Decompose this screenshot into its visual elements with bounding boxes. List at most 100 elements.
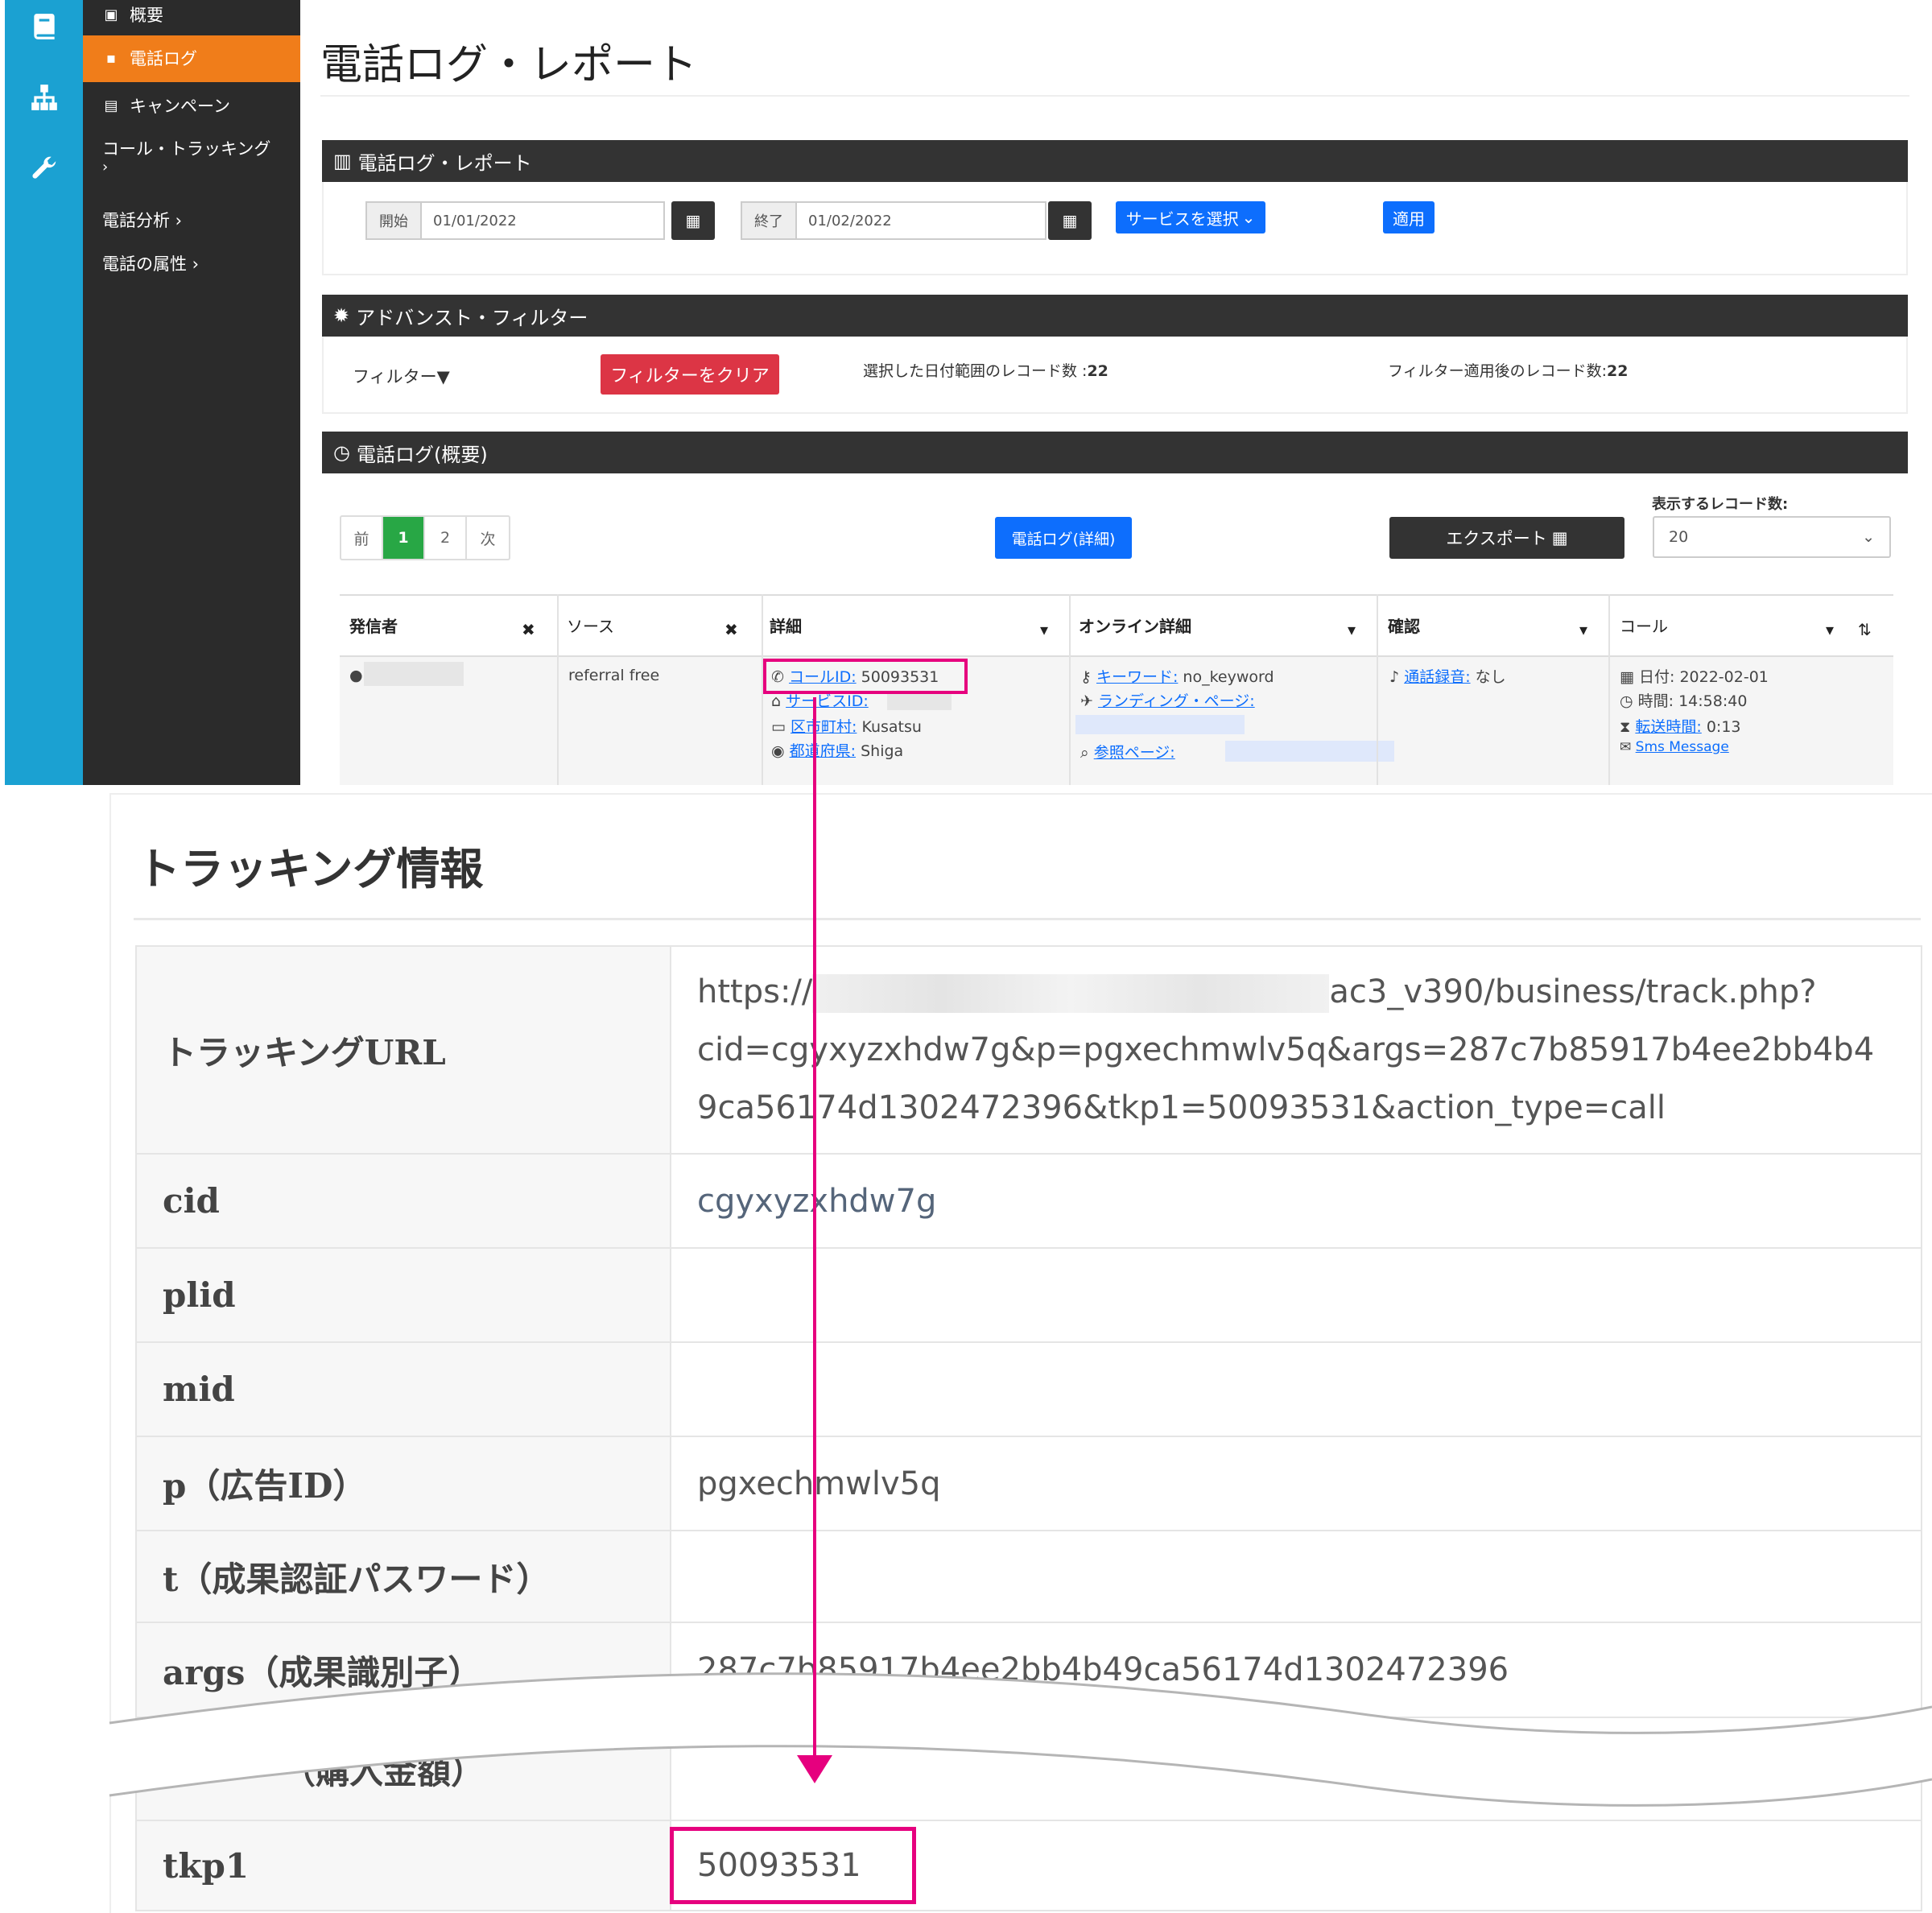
table-row: args（成果識別子） 287c7b85917b4ee2bb4b49ca5617… xyxy=(135,1622,1922,1718)
call-log-detail-button[interactable]: 電話ログ(詳細) xyxy=(995,517,1132,559)
pager-page-1[interactable]: 1 xyxy=(383,517,425,559)
pager-next[interactable]: 次 xyxy=(467,517,509,559)
bar-chart-icon: ▥ xyxy=(333,150,352,172)
calendar-icon: ▦ xyxy=(1620,668,1634,686)
icon-rail xyxy=(5,0,83,785)
sidebar-item-overview[interactable]: ▣ 概要 xyxy=(83,2,300,29)
column-caller[interactable]: 発信者 xyxy=(349,614,398,637)
filtered-record-count: フィルター適用後のレコード数:22 xyxy=(1388,359,1628,381)
pager-prev[interactable]: 前 xyxy=(341,517,383,559)
remove-column-icon[interactable]: ✖ xyxy=(724,620,738,639)
duration-value: 0:13 xyxy=(1706,718,1741,736)
sitemap-icon[interactable] xyxy=(26,79,63,116)
filter-toggle[interactable]: フィルター▼ xyxy=(353,364,450,388)
sort-down-icon[interactable]: ▾ xyxy=(1040,620,1048,639)
url-path: ac3_v390/business/track.php? xyxy=(1329,973,1817,1010)
records-per-page-label: 表示するレコード数: xyxy=(1652,496,1789,513)
landing-line: ✈ ランディング・ページ: xyxy=(1080,689,1255,711)
start-date-input[interactable]: 01/01/2022 xyxy=(422,203,663,238)
select-service-button[interactable]: サービスを選択 ⌄ xyxy=(1116,201,1265,233)
sidebar-item-call-attributes[interactable]: 電話の属性 › xyxy=(83,250,300,279)
column-divider xyxy=(1377,594,1378,785)
microphone-icon: ♪ xyxy=(1389,668,1400,686)
column-call[interactable]: コール xyxy=(1620,614,1668,637)
cid-key: cid xyxy=(135,1153,671,1249)
column-confirm[interactable]: 確認 xyxy=(1388,614,1420,637)
plid-key: plid xyxy=(135,1247,671,1343)
city-link[interactable]: 区市町村: xyxy=(791,718,857,736)
sort-down-icon[interactable]: ▾ xyxy=(1579,620,1587,639)
tracking-url-key: トラッキングURL xyxy=(135,945,671,1155)
date-label: 日付: xyxy=(1639,668,1675,686)
export-button[interactable]: エクスポート ▦ xyxy=(1389,517,1624,559)
tracking-table: トラッキングURL https:// ac3_v390/business/trac… xyxy=(135,945,1922,1911)
chevron-down-icon: ⌄ xyxy=(1241,208,1256,227)
keyword-link[interactable]: キーワード: xyxy=(1096,668,1178,686)
log-table-header: 発信者 ✖ ソース ✖ 詳細 ▾ オンライン詳細 ▾ 確認 ▾ コール ▾ ⇅ xyxy=(340,594,1893,657)
source-value: referral free xyxy=(568,667,660,684)
table-row: mid xyxy=(135,1341,1922,1437)
sort-down-icon[interactable]: ▾ xyxy=(1348,620,1356,639)
sidebar-item-call-tracking[interactable]: コール・トラッキング › xyxy=(83,137,300,185)
phone-log-icon: ▪ xyxy=(105,50,117,67)
keyword-line: ⚷ キーワード: no_keyword xyxy=(1080,665,1274,687)
wrench-icon[interactable] xyxy=(26,150,63,187)
url-prefix: https:// xyxy=(697,973,813,1010)
duration-link[interactable]: 転送時間: xyxy=(1635,718,1701,736)
panel-title: 電話ログ(概要) xyxy=(356,443,488,466)
pager-page-2[interactable]: 2 xyxy=(425,517,467,559)
report-panel-body: 開始 01/01/2022 ▦ 終了 01/02/2022 ▦ サービスを選択 … xyxy=(322,182,1908,275)
table-row: cid cgyxyzxhdw7g xyxy=(135,1153,1922,1249)
gear-icon: ✹ xyxy=(333,304,350,327)
sidebar-item-call-log[interactable]: ▪ 電話ログ xyxy=(83,35,300,82)
time-line: ◷ 時間: 14:58:40 xyxy=(1620,689,1747,711)
city-value: Kusatsu xyxy=(861,718,922,736)
log-panel-header: ◷ 電話ログ(概要) xyxy=(322,432,1908,473)
clear-filter-button[interactable]: フィルターをクリア xyxy=(601,354,779,395)
prefecture-link[interactable]: 都道府県: xyxy=(790,742,856,760)
referrer-line: ⌕ 参照ページ: xyxy=(1080,741,1175,762)
apply-button[interactable]: 適用 xyxy=(1383,201,1435,233)
search-icon: ⌕ xyxy=(1080,744,1089,762)
recording-link[interactable]: 通話録音: xyxy=(1404,668,1470,686)
book-icon[interactable] xyxy=(26,8,63,45)
sort-down-icon[interactable]: ▾ xyxy=(1826,620,1834,639)
sidebar-item-campaign[interactable]: ▤ キャンペーン xyxy=(83,90,300,122)
column-online-detail[interactable]: オンライン詳細 xyxy=(1079,614,1191,637)
tkp1-key: tkp1 xyxy=(135,1820,671,1911)
column-detail[interactable]: 詳細 xyxy=(770,614,802,637)
sms-line: ✉ Sms Message xyxy=(1620,739,1729,755)
panel-title: 電話ログ・レポート xyxy=(357,151,532,175)
records-per-page-select[interactable]: 20 ⌄ xyxy=(1653,516,1891,558)
remove-column-icon[interactable]: ✖ xyxy=(522,620,535,639)
chevron-right-icon: › xyxy=(102,159,109,176)
filtered-count-value: 22 xyxy=(1607,362,1629,380)
end-date-input[interactable]: 01/02/2022 xyxy=(797,203,1045,238)
column-sort-icon[interactable]: ⇅ xyxy=(1858,620,1872,639)
table-row: p（広告ID） pgxechmwlv5q xyxy=(135,1436,1922,1531)
sidebar: ▣ 概要 ▪ 電話ログ ▤ キャンペーン コール・トラッキング › 電話分析 ›… xyxy=(83,0,300,785)
sidebar-item-call-analysis[interactable]: 電話分析 › xyxy=(83,206,300,235)
panel-title: アドバンスト・フィルター xyxy=(356,306,588,329)
start-date-field[interactable]: 開始 01/01/2022 xyxy=(365,201,665,240)
chevron-down-icon: ⌄ xyxy=(1862,528,1875,546)
filter-panel-body: フィルター▼ フィルターをクリア 選択した日付範囲のレコード数 :22 フィルタ… xyxy=(322,337,1908,414)
calendar-icon[interactable]: ▦ xyxy=(1048,201,1092,240)
end-date-field[interactable]: 終了 01/02/2022 xyxy=(741,201,1046,240)
start-date-label: 開始 xyxy=(367,203,422,238)
filter-label: フィルター xyxy=(353,367,437,386)
pagination: 前 1 2 次 xyxy=(340,515,510,560)
home-icon: ⌂ xyxy=(771,692,782,710)
table-row: （購入金額） xyxy=(135,1717,1922,1821)
sms-link[interactable]: Sms Message xyxy=(1636,739,1729,755)
referrer-link[interactable]: 参照ページ: xyxy=(1094,744,1175,762)
calendar-icon[interactable]: ▦ xyxy=(671,201,715,240)
tkp1-highlight-box xyxy=(670,1827,916,1904)
service-id-link[interactable]: サービスID: xyxy=(786,692,869,710)
export-label: エクスポート xyxy=(1446,529,1547,548)
mid-value xyxy=(670,1341,1922,1437)
envelope-icon: ✉ xyxy=(1620,739,1632,755)
column-source[interactable]: ソース xyxy=(567,614,614,637)
cid-value: cgyxyzxhdw7g xyxy=(670,1153,1922,1249)
landing-link[interactable]: ランディング・ページ: xyxy=(1098,692,1255,710)
